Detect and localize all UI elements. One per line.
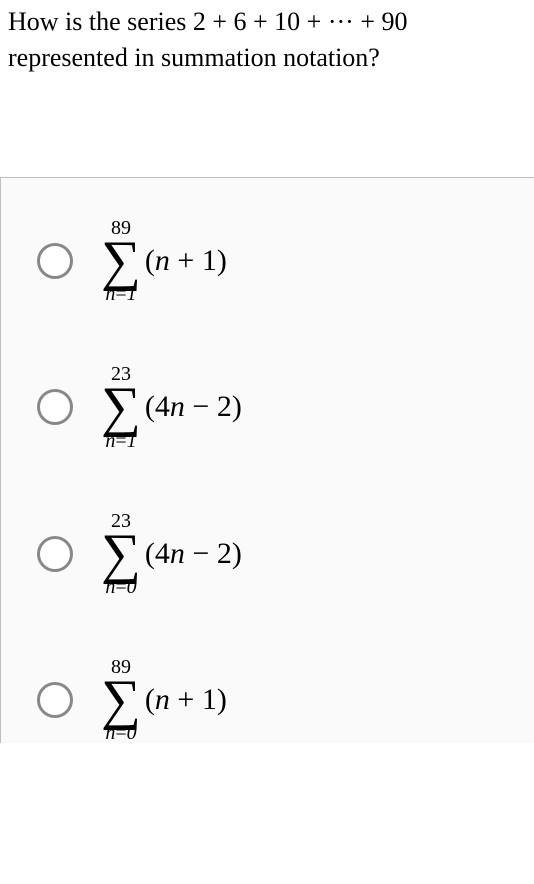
term-expression: (n + 1) <box>145 244 227 278</box>
sigma-block: 89 ∑ n=1 <box>101 218 141 304</box>
option-1[interactable]: 89 ∑ n=1 (n + 1) <box>37 218 514 304</box>
radio-icon[interactable] <box>37 389 73 425</box>
sigma-icon: ∑ <box>101 382 141 432</box>
sigma-block: 23 ∑ n=0 <box>101 511 141 597</box>
option-2-formula: 23 ∑ n=1 (4n − 2) <box>101 364 242 450</box>
option-3[interactable]: 23 ∑ n=0 (4n − 2) <box>37 511 514 597</box>
option-1-formula: 89 ∑ n=1 (n + 1) <box>101 218 227 304</box>
options-container: 89 ∑ n=1 (n + 1) 23 ∑ n=1 (4n − 2) 23 ∑ … <box>0 177 534 744</box>
radio-icon[interactable] <box>37 243 73 279</box>
term-expression: (4n − 2) <box>145 537 242 571</box>
lower-limit: n=0 <box>105 577 136 597</box>
lower-limit: n=1 <box>105 431 136 451</box>
lower-limit: n=1 <box>105 284 136 304</box>
question-text: How is the series 2 + 6 + 10 + ··· + 90 … <box>0 0 534 77</box>
term-expression: (4n − 2) <box>145 390 242 424</box>
option-4[interactable]: 89 ∑ n=0 (n + 1) <box>37 657 514 743</box>
option-2[interactable]: 23 ∑ n=1 (4n − 2) <box>37 364 514 450</box>
option-4-formula: 89 ∑ n=0 (n + 1) <box>101 657 227 743</box>
sigma-block: 89 ∑ n=0 <box>101 657 141 743</box>
term-expression: (n + 1) <box>145 683 227 717</box>
lower-limit: n=0 <box>105 723 136 743</box>
sigma-block: 23 ∑ n=1 <box>101 364 141 450</box>
sigma-icon: ∑ <box>101 529 141 579</box>
sigma-icon: ∑ <box>101 236 141 286</box>
radio-icon[interactable] <box>37 536 73 572</box>
radio-icon[interactable] <box>37 682 73 718</box>
option-3-formula: 23 ∑ n=0 (4n − 2) <box>101 511 242 597</box>
sigma-icon: ∑ <box>101 675 141 725</box>
